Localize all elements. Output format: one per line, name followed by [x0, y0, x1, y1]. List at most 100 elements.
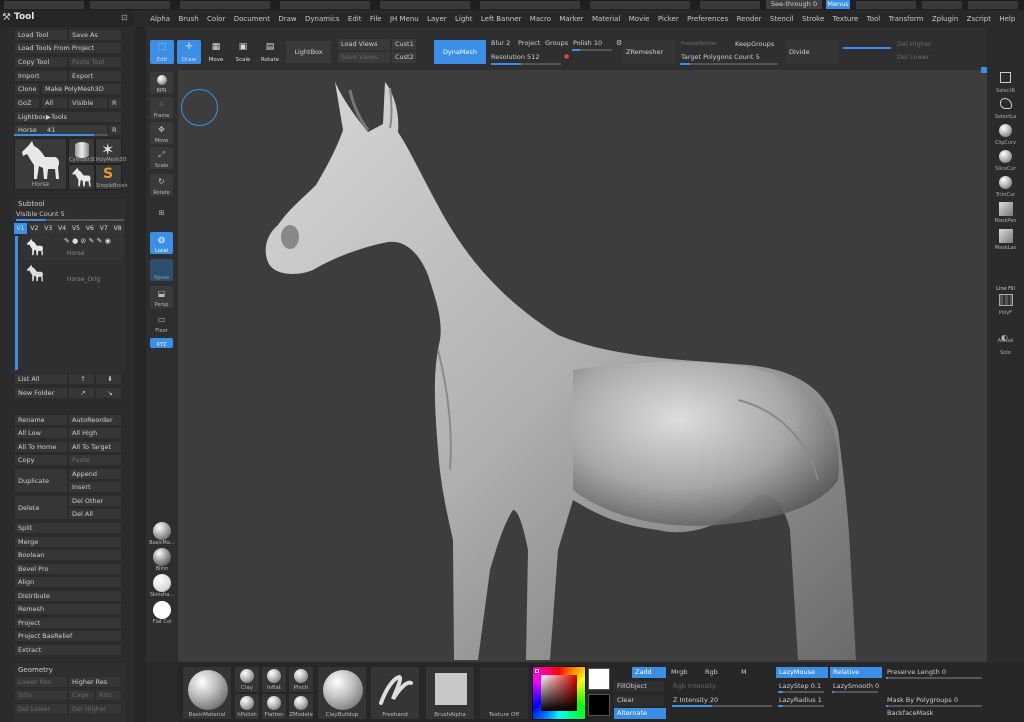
blur-slider[interactable]: Blur 2	[488, 38, 512, 49]
menu-transform[interactable]: Transform	[884, 15, 927, 23]
fill-object-button[interactable]: FillObject	[614, 681, 664, 692]
copy-tool-button[interactable]: Copy Tool	[14, 56, 68, 68]
zremesher-button[interactable]: ZRemesher	[623, 40, 675, 64]
menu-jh-menu[interactable]: JH Menu	[386, 15, 423, 23]
subtool-tab-v3[interactable]: V3	[41, 223, 55, 234]
resolution-track[interactable]	[491, 63, 561, 65]
menu-help[interactable]: Help	[995, 15, 1019, 23]
texture-button[interactable]: Texture Off	[479, 666, 529, 720]
del-lower-top-button[interactable]: Del Lower	[894, 52, 946, 63]
higher-res-button[interactable]: Higher Res	[68, 676, 122, 688]
save-as-button[interactable]: Save As	[68, 29, 122, 41]
new-folder-button[interactable]: New Folder	[14, 387, 68, 399]
all-to-home-button[interactable]: All To Home	[14, 441, 68, 453]
zmodeler-brush[interactable]: ZModele	[288, 693, 314, 720]
menus-toggle[interactable]: Menus	[826, 0, 850, 9]
all-low-button[interactable]: All Low	[14, 427, 68, 439]
strip-slot[interactable]	[700, 1, 760, 9]
mask-by-polygroups-track[interactable]	[886, 705, 982, 707]
bpr-button[interactable]: BPR	[150, 72, 173, 94]
rename-button[interactable]: Rename	[14, 414, 68, 426]
m-toggle[interactable]: M	[738, 667, 772, 678]
strip-slot[interactable]	[180, 1, 270, 9]
menu-left-banner[interactable]: Left Banner	[477, 15, 526, 23]
cust1-button[interactable]: Cust1	[392, 39, 416, 50]
project-basrelief-menu[interactable]: Project BasRelief	[14, 630, 122, 642]
material-button[interactable]: BasicMaterial	[182, 666, 232, 720]
frame-button[interactable]: ⁘ Frame	[150, 97, 173, 119]
keep-groups-toggle[interactable]: KeepGroups	[732, 39, 780, 50]
subtool-tab-v2[interactable]: V2	[27, 223, 41, 234]
subtool-item[interactable]: ✎ ● ⊘ ✎ ✎ ◉ Horse	[22, 235, 124, 260]
secondary-color-swatch[interactable]	[588, 694, 610, 716]
remesh-menu[interactable]: Remesh	[14, 603, 122, 615]
skinshade-swatch[interactable]	[153, 574, 171, 592]
distribute-menu[interactable]: Distribute	[14, 590, 122, 602]
polyframe-button[interactable]: PolyF	[992, 292, 1019, 316]
lower-res-button[interactable]: Lower Res	[14, 676, 68, 688]
target-polygons-slider[interactable]: Target Polygons Count 5	[678, 52, 783, 63]
clipcurve-button[interactable]: ClipCurv	[992, 122, 1019, 146]
subtool-scrollbar[interactable]	[15, 236, 18, 370]
del-higher-top-button[interactable]: Del Higher	[894, 39, 946, 50]
arrow-down-icon[interactable]: ⬇	[95, 373, 122, 385]
rstr-button[interactable]: Rstr	[95, 689, 122, 701]
split-menu[interactable]: Split	[14, 522, 122, 534]
clay-brush[interactable]: Clay	[234, 666, 260, 693]
save-views-button[interactable]: Save Views	[338, 52, 390, 63]
menu-stencil[interactable]: Stencil	[766, 15, 798, 23]
local-button[interactable]: ◍ Local	[150, 232, 173, 254]
menu-marker[interactable]: Marker	[555, 15, 588, 23]
edit-mode-button[interactable]: ⬚ Edit	[150, 40, 174, 64]
append-button[interactable]: Append	[68, 468, 122, 480]
paste-tool-button[interactable]: Paste Tool	[68, 56, 122, 68]
strip-slot[interactable]	[380, 1, 470, 9]
goz-visible-button[interactable]: Visible	[68, 97, 108, 109]
all-to-target-button[interactable]: All To Target	[68, 441, 122, 453]
z-intensity-track[interactable]	[672, 705, 772, 707]
menu-tool[interactable]: Tool	[862, 15, 884, 23]
slicecurve-button[interactable]: SliceCur	[992, 148, 1019, 172]
cylinder3d-thumbnail[interactable]: Cylinder3D	[68, 138, 97, 164]
freehand-stroke[interactable]: Freehand	[370, 666, 420, 720]
del-other-button[interactable]: Del Other	[68, 495, 122, 507]
del-lower-button[interactable]: Del Lower	[14, 703, 68, 715]
menu-draw[interactable]: Draw	[274, 15, 301, 23]
hpolish-brush[interactable]: hPolish	[234, 693, 260, 720]
list-all-button[interactable]: List All	[14, 373, 68, 385]
menu-color[interactable]: Color	[203, 15, 230, 23]
duplicate-button[interactable]: Duplicate	[14, 468, 68, 493]
arrow-up-icon[interactable]: ↑	[68, 373, 95, 385]
menu-document[interactable]: Document	[230, 15, 275, 23]
menu-light[interactable]: Light	[451, 15, 477, 23]
brush-alpha[interactable]: BrushAlpha	[425, 666, 475, 720]
align-menu[interactable]: Align	[14, 576, 122, 588]
dynamesh-button[interactable]: DynaMesh	[434, 40, 486, 64]
selectlasso-button[interactable]: SelectLa	[992, 96, 1019, 120]
simplebrush-thumbnail[interactable]: S SimpleBrush	[95, 164, 128, 190]
rgb-toggle[interactable]: Rgb	[702, 667, 736, 678]
horse-small-thumbnail[interactable]	[68, 164, 95, 190]
menu-texture[interactable]: Texture	[828, 15, 862, 23]
rgb-intensity-slider[interactable]: Rgb Intensity	[670, 681, 775, 692]
clear-button[interactable]: Clear	[614, 695, 664, 706]
delete-button[interactable]: Delete	[14, 495, 68, 520]
floor-button[interactable]: ▭ Floor	[150, 312, 173, 334]
inflat-brush[interactable]: Inflat	[261, 666, 287, 693]
insert-button[interactable]: Insert	[68, 481, 122, 493]
groups-toggle[interactable]: Groups	[542, 38, 570, 49]
export-button[interactable]: Export	[68, 70, 122, 82]
rotate-view-button[interactable]: ↻ Rotate	[150, 174, 173, 196]
boolean-menu[interactable]: Boolean	[14, 549, 122, 561]
subtool-tab-v6[interactable]: V6	[83, 223, 97, 234]
subtool-tab-v7[interactable]: V7	[97, 223, 111, 234]
menu-layer[interactable]: Layer	[423, 15, 451, 23]
merge-menu[interactable]: Merge	[14, 536, 122, 548]
del-all-button[interactable]: Del All	[68, 508, 122, 520]
lazystep-track[interactable]	[778, 691, 824, 693]
lazymouse-toggle[interactable]: LazyMouse	[776, 667, 828, 678]
move-mode-button[interactable]: ▦ Move	[204, 40, 228, 64]
make-polymesh3d-button[interactable]: Make PolyMesh3D	[41, 83, 122, 95]
xyz-button[interactable]: XYZ	[150, 338, 173, 348]
blinn-swatch[interactable]	[153, 548, 171, 566]
